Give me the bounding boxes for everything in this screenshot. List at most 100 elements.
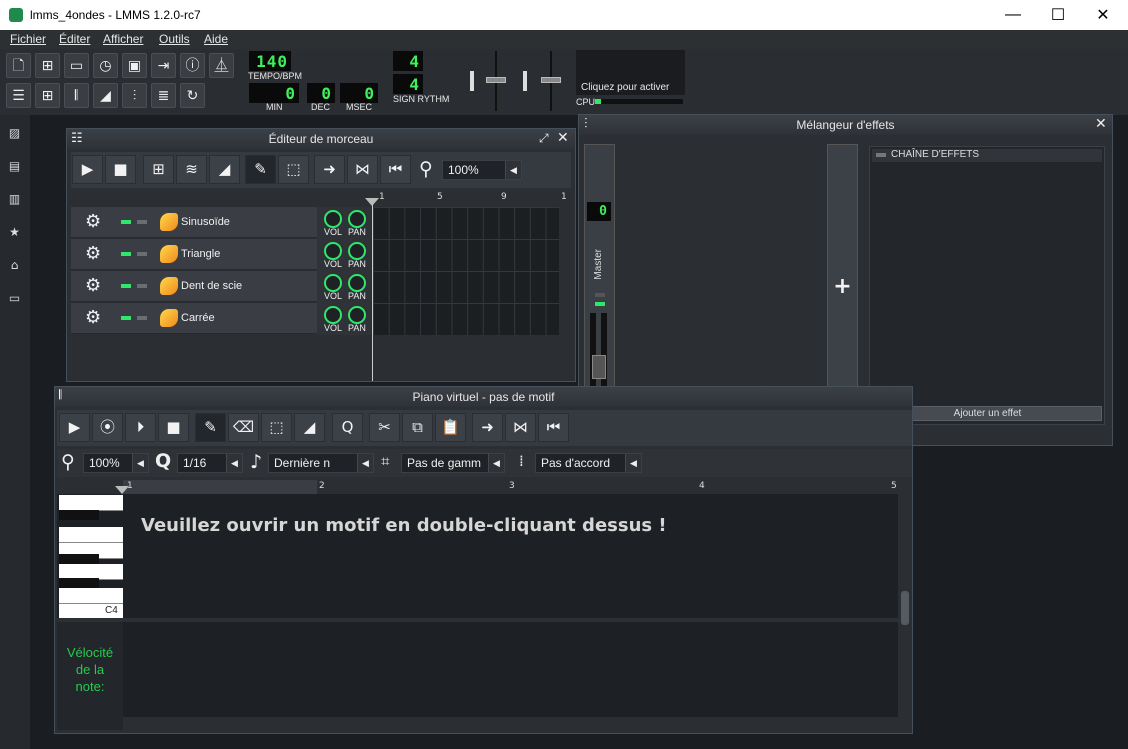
master-volume-slider-handle[interactable] [486,77,506,83]
solo-led[interactable] [137,252,147,256]
instrument-plugins-icon[interactable]: ▨ [7,126,22,140]
track-sinusoide[interactable]: ⚙ Sinusoïde [71,207,317,238]
new-from-template-icon[interactable]: ⊞ [35,53,60,78]
play-button[interactable]: ▶ [59,413,90,442]
fx-mixer-icon[interactable]: ⫶ [122,83,147,108]
volume-knob[interactable] [324,274,342,292]
chevron-left-icon[interactable]: ◀ [488,454,504,472]
pan-knob[interactable] [348,210,366,228]
scale-combo[interactable]: Pas de gamm ◀ [401,453,505,473]
master-fader[interactable] [592,355,606,379]
master-pitch-slider-handle[interactable] [541,77,561,83]
paste-icon[interactable]: 📋 [435,413,466,442]
record-while-playing-button[interactable]: ⏵ [125,413,156,442]
recent-projects-icon[interactable]: ◷ [93,53,118,78]
mute-led[interactable] [121,220,131,224]
loop-points-icon[interactable]: ⋈ [347,155,378,184]
volume-knob[interactable] [324,306,342,324]
time-sig-denominator[interactable]: 4 [393,74,423,94]
draw-mode-icon[interactable]: ✎ [195,413,226,442]
close-window-icon[interactable]: ✕ [557,131,569,145]
song-zoom-combo[interactable]: 100% ◀ [442,160,522,180]
beat-editor-icon[interactable]: ⊞ [35,83,60,108]
note-edit-area[interactable] [123,494,898,618]
project-notes-icon[interactable]: ≣ [151,83,176,108]
stop-button[interactable]: ■ [158,413,189,442]
computer-icon[interactable]: ▭ [7,291,22,305]
select-mode-icon[interactable]: ⬚ [261,413,292,442]
white-key[interactable] [59,588,123,604]
erase-mode-icon[interactable]: ⌫ [228,413,259,442]
automation-editor-icon[interactable]: ◢ [93,83,118,108]
note-length-combo[interactable]: Dernière n ◀ [268,453,374,473]
my-samples-icon[interactable]: ▥ [7,192,22,206]
pan-knob[interactable] [348,306,366,324]
info-icon[interactable]: ⓘ [180,53,205,78]
menu-afficher[interactable]: Afficher [103,32,143,46]
track-name[interactable]: Dent de scie [181,280,242,292]
pitch-bend-mode-icon[interactable]: ◢ [294,413,325,442]
home-icon[interactable]: ⌂ [7,258,22,272]
track-triangle[interactable]: ⚙ Triangle [71,239,317,270]
tempo-display[interactable]: 140 [249,51,291,71]
piano-timeline[interactable]: 1 2 3 4 5 [57,480,912,494]
menu-outils[interactable]: Outils [159,32,190,46]
quantize-icon[interactable]: Q [332,413,363,442]
minimize-button[interactable]: — [990,0,1036,30]
pan-knob[interactable] [348,242,366,260]
copy-icon[interactable]: ⧉ [402,413,433,442]
piano-keyboard[interactable]: C4 [57,494,123,618]
effect-chain-led[interactable] [876,153,886,157]
white-key[interactable] [59,527,123,543]
mute-led[interactable] [121,284,131,288]
master-mute-led[interactable] [595,293,605,297]
record-button[interactable]: ⦿ [92,413,123,442]
my-presets-icon[interactable]: ★ [7,225,22,239]
gear-icon[interactable]: ⚙ [85,213,101,231]
chevron-left-icon[interactable]: ◀ [132,454,148,472]
close-button[interactable]: ✕ [1080,0,1126,30]
menu-aide[interactable]: Aide [204,32,228,46]
open-folder-icon[interactable]: ▭ [64,53,89,78]
piano-zoom-combo[interactable]: 100% ◀ [83,453,149,473]
vertical-scrollbar[interactable] [900,494,910,716]
play-button[interactable]: ▶ [72,155,103,184]
track-name[interactable]: Carrée [181,312,215,324]
export-icon[interactable]: ⇥ [151,53,176,78]
stop-behaviour-icon[interactable]: ⏮ [538,413,569,442]
white-key[interactable] [59,495,123,511]
close-window-icon[interactable]: ✕ [1095,117,1107,131]
mute-led[interactable] [121,252,131,256]
solo-led[interactable] [137,316,147,320]
track-name[interactable]: Triangle [181,248,220,260]
gear-icon[interactable]: ⚙ [85,245,101,263]
auto-scroll-icon[interactable]: ➜ [314,155,345,184]
song-pattern-grid[interactable] [373,207,559,335]
black-key[interactable] [59,578,99,588]
black-key[interactable] [59,510,99,520]
solo-led[interactable] [137,284,147,288]
pan-knob[interactable] [348,274,366,292]
chevron-left-icon[interactable]: ◀ [226,454,242,472]
master-solo-led[interactable] [595,302,605,306]
chevron-left-icon[interactable]: ◀ [357,454,373,472]
mute-led[interactable] [121,316,131,320]
my-projects-icon[interactable]: ▤ [7,159,22,173]
track-dent-de-scie[interactable]: ⚙ Dent de scie [71,271,317,302]
track-carree[interactable]: ⚙ Carrée [71,303,317,334]
quantize-combo[interactable]: 1/16 ◀ [177,453,243,473]
stop-behaviour-icon[interactable]: ⏮ [380,155,411,184]
stop-button[interactable]: ■ [105,155,136,184]
menu-editer[interactable]: Éditer [59,32,90,46]
chevron-left-icon[interactable]: ◀ [625,454,641,472]
add-beat-track-icon[interactable]: ⊞ [143,155,174,184]
new-project-icon[interactable]: 🗋 [6,53,31,78]
menu-fichier[interactable]: Fichier [10,32,46,46]
save-icon[interactable]: ▣ [122,53,147,78]
select-mode-icon[interactable]: ⬚ [278,155,309,184]
loop-points-icon[interactable]: ⋈ [505,413,536,442]
add-sample-track-icon[interactable]: ≋ [176,155,207,184]
metronome-icon[interactable]: ⏅ [209,53,234,78]
volume-knob[interactable] [324,242,342,260]
volume-knob[interactable] [324,210,342,228]
